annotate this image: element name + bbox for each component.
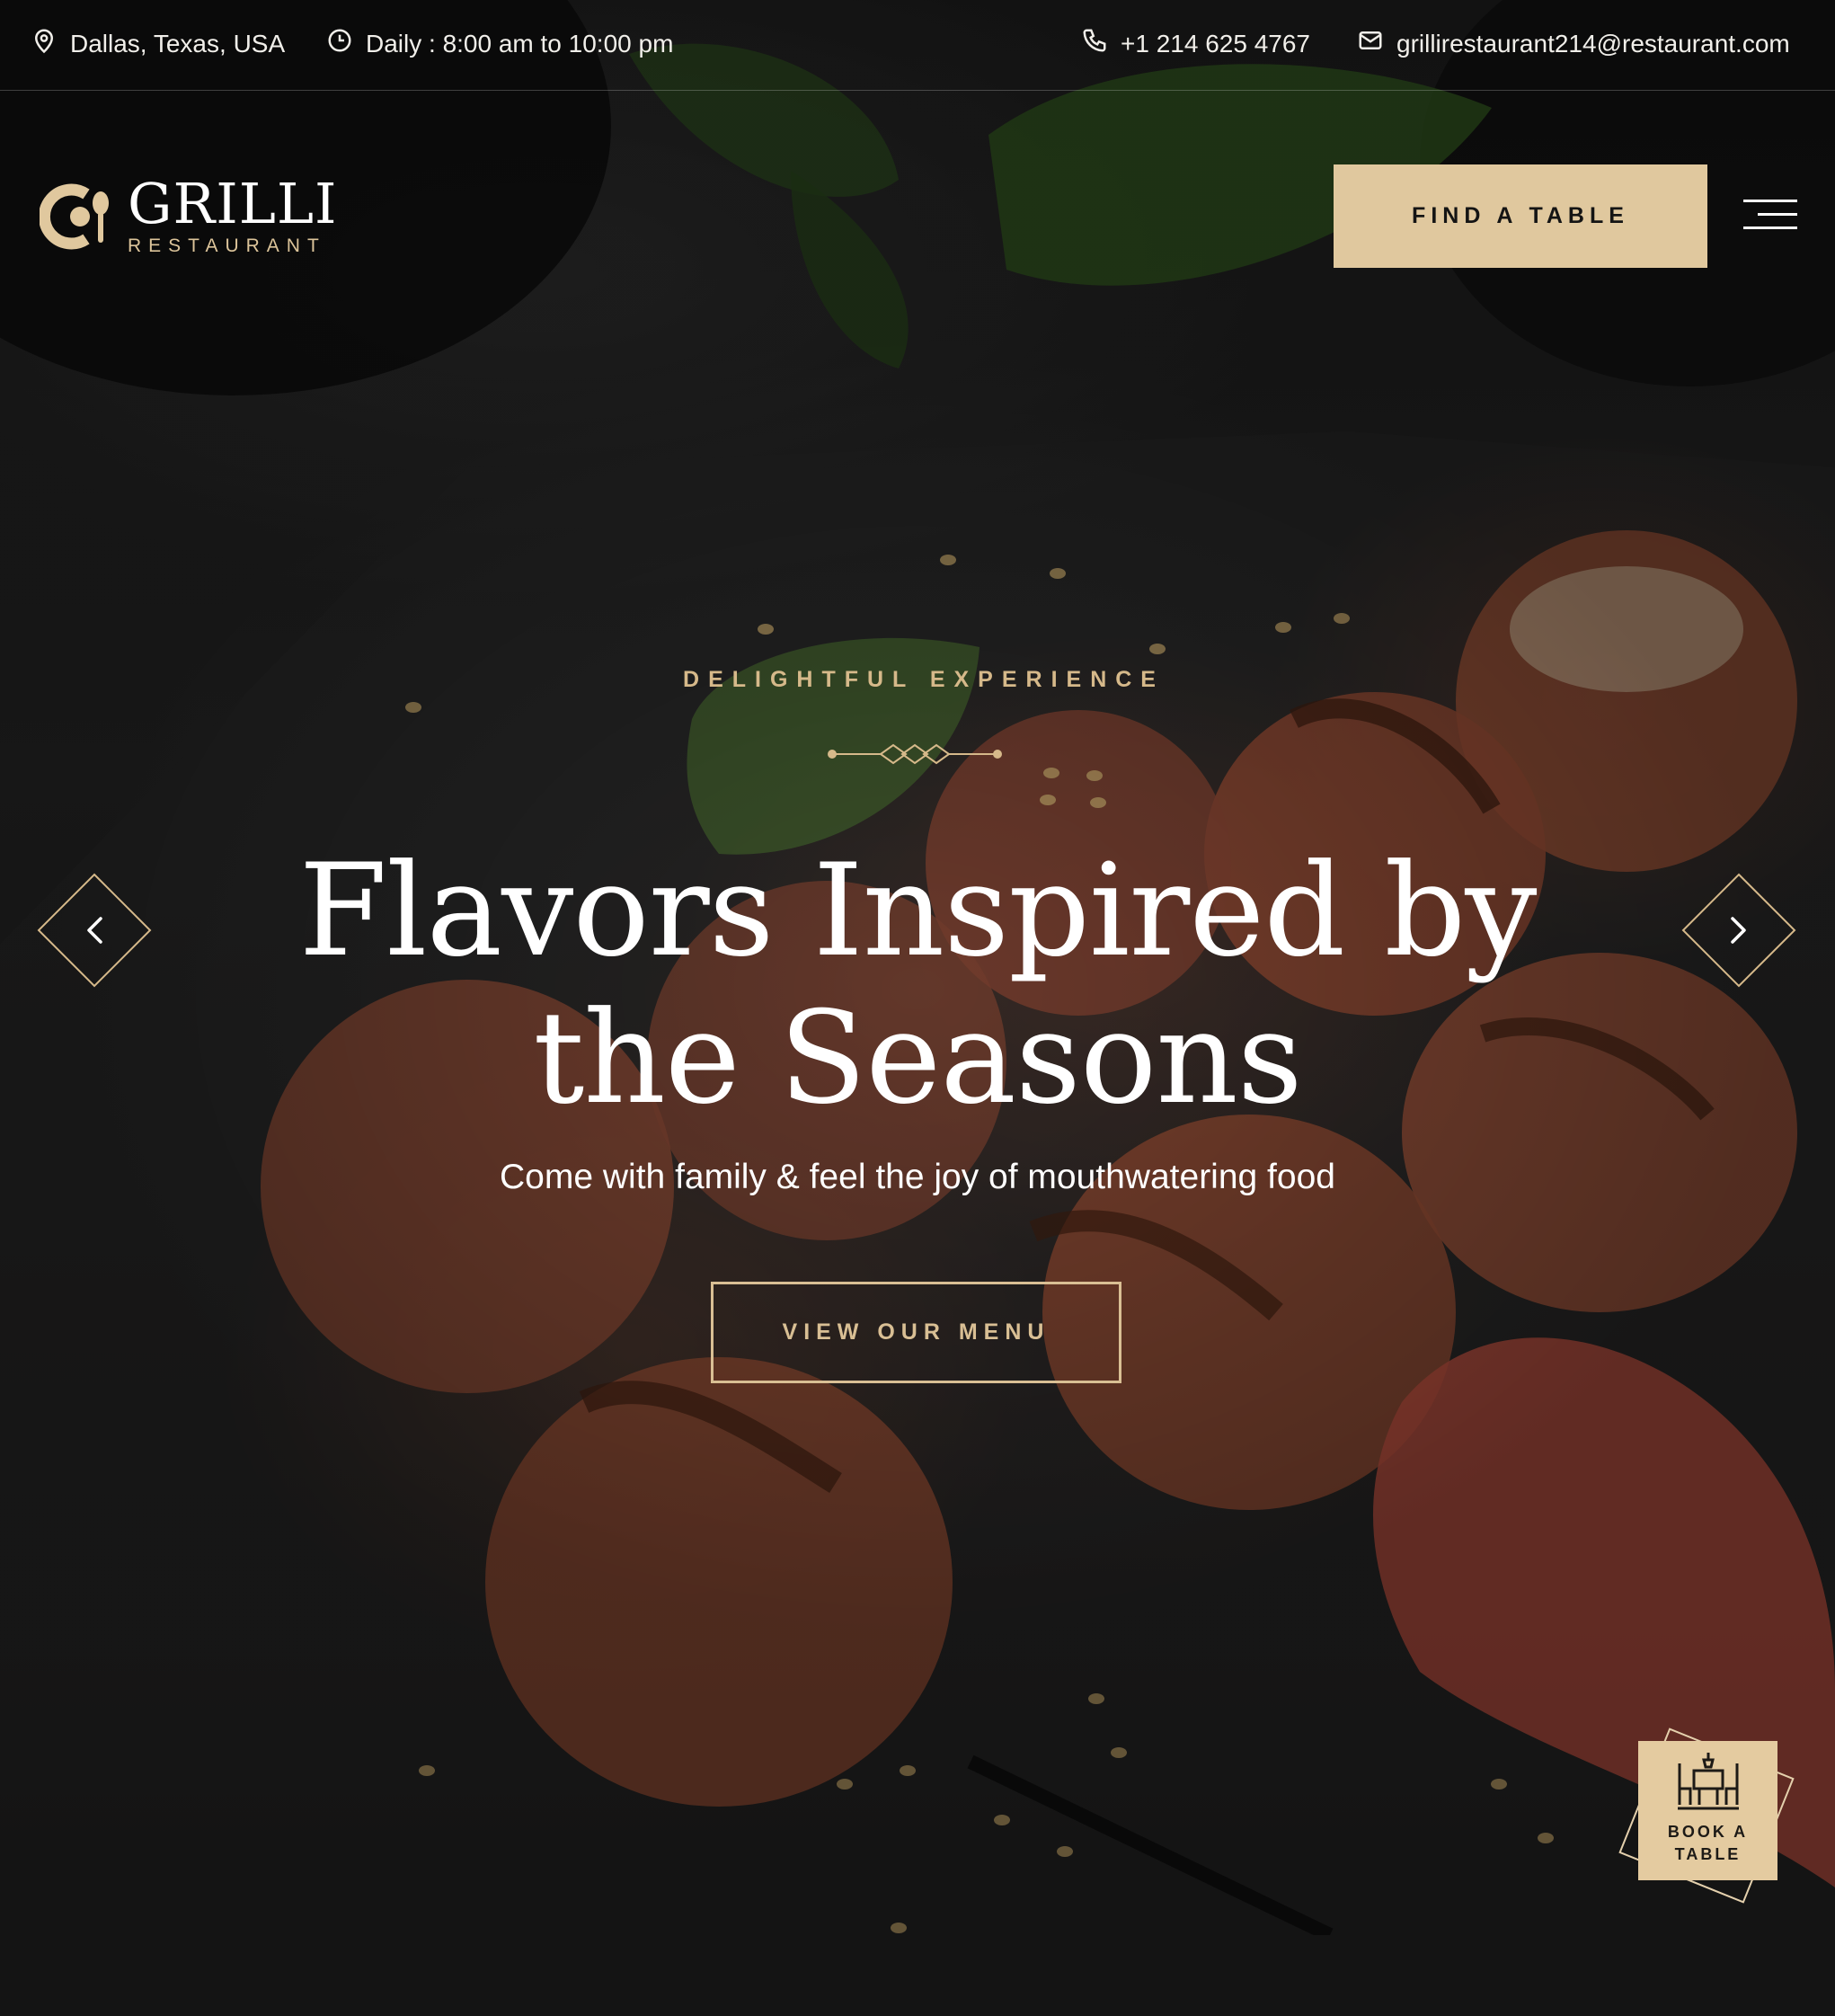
hours-text: Daily : 8:00 am to 10:00 pm (366, 29, 674, 58)
location-info: Dallas, Texas, USA (31, 27, 285, 60)
book-a-table-widget[interactable]: BOOK A TABLE (1609, 1712, 1806, 1910)
location-text: Dallas, Texas, USA (70, 29, 286, 58)
hero-headline: Flavors Inspired by the Seasons (0, 838, 1835, 1132)
logo-subtitle: RESTAURANT (128, 235, 326, 256)
hero-headline-line2: the Seasons (533, 984, 1302, 1132)
book-a-table-label: BOOK A TABLE (1650, 1821, 1767, 1866)
hero-eyebrow: DELIGHTFUL EXPERIENCE (683, 667, 1165, 692)
menu-line-middle (1758, 213, 1797, 216)
hero-headline-line1: Flavors Inspired by (298, 837, 1537, 985)
hero-subline: Come with family & feel the joy of mouth… (500, 1158, 1335, 1196)
menu-line-bottom (1743, 226, 1797, 229)
location-pin-icon (31, 27, 58, 60)
logo[interactable]: GRILLI RESTAURANT (38, 174, 338, 259)
book-label-line2: TABLE (1674, 1845, 1742, 1863)
clock-icon (326, 27, 353, 60)
phone-text[interactable]: +1 214 625 4767 (1121, 30, 1310, 58)
ornament-divider-icon (828, 743, 1002, 765)
phone-link[interactable]: +1 214 625 4767 (1081, 27, 1310, 60)
top-info-bar: Dallas, Texas, USA Daily : 8:00 am to 10… (0, 0, 1835, 91)
phone-icon (1081, 27, 1108, 60)
email-link[interactable]: grillirestaurant214@restaurant.com (1357, 27, 1790, 60)
mail-icon (1357, 27, 1384, 60)
find-a-table-button[interactable]: FIND A TABLE (1334, 164, 1707, 268)
book-label-line1: BOOK A (1667, 1823, 1749, 1841)
logo-name: GRILLI (128, 171, 338, 236)
hours-info: Daily : 8:00 am to 10:00 pm (326, 27, 673, 60)
page: Dallas, Texas, USA Daily : 8:00 am to 10… (0, 0, 1835, 2016)
view-our-menu-button[interactable]: VIEW OUR MENU (711, 1282, 1121, 1383)
logo-icon (38, 174, 120, 259)
logo-text: GRILLI RESTAURANT (128, 176, 338, 257)
dining-table-icon (1677, 1753, 1739, 1810)
book-a-table-button[interactable]: BOOK A TABLE (1638, 1741, 1777, 1880)
slider-next-arrow-icon[interactable] (1680, 872, 1797, 989)
hamburger-menu-icon[interactable] (1740, 200, 1797, 232)
email-text[interactable]: grillirestaurant214@restaurant.com (1396, 30, 1790, 58)
menu-line-top (1743, 200, 1797, 202)
slider-prev-arrow-icon[interactable] (36, 872, 153, 989)
next-section-strip (0, 1935, 1835, 2016)
